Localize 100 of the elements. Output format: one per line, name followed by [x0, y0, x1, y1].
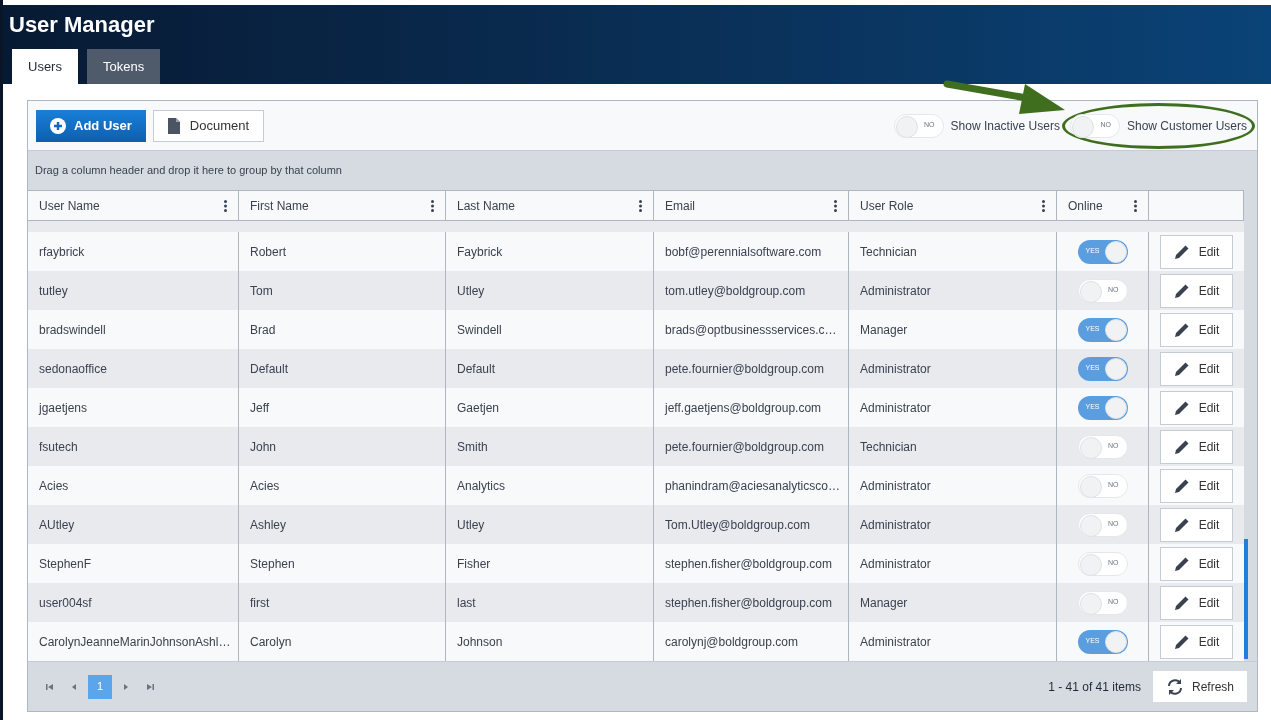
document-icon [167, 117, 180, 134]
edit-button[interactable]: Edit [1160, 312, 1233, 347]
table-cell-text: Carolyn [250, 633, 292, 651]
edit-button[interactable]: Edit [1160, 351, 1233, 386]
table-cell-text: John [250, 438, 277, 456]
table-cell-text: Administrator [860, 633, 931, 651]
edit-button[interactable]: Edit [1160, 546, 1233, 581]
pencil-icon [1173, 399, 1190, 416]
edit-button[interactable]: Edit [1160, 585, 1233, 620]
table-cell-text: Administrator [860, 360, 931, 378]
table-cell-text: Analytics [457, 477, 506, 495]
table-cell-text: Default [457, 360, 496, 378]
table-cell-text: AUtley [39, 516, 75, 534]
table-cell-text: Swindell [457, 321, 502, 339]
refresh-icon [1165, 677, 1184, 696]
table-cell-text: tom.utley@boldgroup.com [665, 282, 806, 300]
tab[interactable]: Tokens [86, 49, 161, 84]
edit-button[interactable]: Edit [1160, 429, 1233, 464]
table-cell-text: Gaetjen [457, 399, 500, 417]
column-header[interactable]: Email [665, 196, 695, 215]
table-cell-text: Default [250, 360, 289, 378]
column-menu-icon[interactable] [224, 199, 227, 212]
table-cell-text: bradswindell [39, 321, 106, 339]
column-menu-icon[interactable] [1042, 199, 1045, 212]
table-cell-text: Tom [250, 282, 273, 300]
table-cell-text: carolynj@boldgroup.com [665, 633, 798, 651]
table-cell-text: user004sf [39, 594, 92, 612]
table-cell-text: Administrator [860, 555, 931, 573]
table-cell-text: Administrator [860, 399, 931, 417]
edit-button[interactable]: Edit [1160, 507, 1233, 542]
edit-button[interactable]: Edit [1160, 234, 1233, 269]
table-cell-text: jgaetjens [39, 399, 88, 417]
column-header[interactable]: Last Name [457, 196, 516, 215]
pencil-icon [1173, 360, 1190, 377]
pencil-icon [1173, 516, 1190, 533]
table-cell-text: last [457, 594, 476, 612]
plus-circle-icon [50, 117, 66, 134]
table-cell-text: Fisher [457, 555, 491, 573]
tab[interactable]: Users [12, 49, 78, 84]
pencil-icon [1173, 555, 1190, 572]
edit-button[interactable]: Edit [1160, 390, 1233, 425]
scrollbar-thumb[interactable] [1244, 539, 1248, 659]
next-page-icon[interactable] [122, 682, 130, 691]
table-cell-text: rfaybrick [39, 243, 85, 261]
edit-button[interactable]: Edit [1160, 273, 1233, 308]
table-cell-text: Technician [860, 438, 917, 456]
window-title: User Manager [9, 10, 156, 39]
add-user-button[interactable]: Add User [36, 109, 146, 142]
table-cell-text: phanindram@aciesanalyticsco… [665, 477, 840, 495]
column-menu-icon[interactable] [1134, 199, 1137, 212]
table-cell-text: pete.fournier@boldgroup.com [665, 438, 824, 456]
table-cell-text: Faybrick [457, 243, 503, 261]
column-header[interactable]: User Name [39, 196, 100, 215]
column-header[interactable]: User Role [860, 196, 914, 215]
table-cell-text: stephen.fisher@boldgroup.com [665, 594, 832, 612]
table-cell-text: Administrator [860, 516, 931, 534]
table-cell-text: Robert [250, 243, 287, 261]
pencil-icon [1173, 594, 1190, 611]
column-menu-icon[interactable] [431, 199, 434, 212]
column-menu-icon[interactable] [834, 199, 837, 212]
edit-button[interactable]: Edit [1160, 624, 1233, 659]
table-cell-text: bobf@perennialsoftware.com [665, 243, 822, 261]
table-cell-text: sedonaoffice [39, 360, 107, 378]
pencil-icon [1173, 321, 1190, 338]
table-cell-text: Utley [457, 282, 485, 300]
table-cell-text: jeff.gaetjens@boldgroup.com [665, 399, 822, 417]
table-cell-text: CarolynJeanneMarinJohnsonAshl… [39, 633, 231, 651]
edit-button[interactable]: Edit [1160, 468, 1233, 503]
column-header[interactable]: First Name [250, 196, 309, 215]
column-header[interactable]: Online [1068, 196, 1103, 215]
table-cell-text: Technician [860, 243, 917, 261]
table-cell-text: stephen.fisher@boldgroup.com [665, 555, 832, 573]
table-cell-text: Brad [250, 321, 276, 339]
table-cell-text: Jeff [250, 399, 270, 417]
table-cell-text: Ashley [250, 516, 287, 534]
document-button[interactable]: Document [152, 109, 265, 142]
pencil-icon [1173, 438, 1190, 455]
table-cell-text: Smith [457, 438, 488, 456]
first-page-icon[interactable] [46, 682, 54, 691]
table-cell-text: tutley [39, 282, 68, 300]
table-cell-text: first [250, 594, 270, 612]
item-count: 1 - 41 of 41 items [1048, 678, 1141, 696]
table-cell-text: Administrator [860, 477, 931, 495]
table-cell-text: Manager [860, 594, 908, 612]
toggle-label: Show Customer Users [1126, 117, 1247, 135]
pencil-icon [1173, 477, 1190, 494]
group-hint: Drag a column header and drop it here to group by that column [35, 163, 342, 179]
last-page-icon[interactable] [146, 682, 154, 691]
table-cell-text: pete.fournier@boldgroup.com [665, 360, 824, 378]
column-menu-icon[interactable] [639, 199, 642, 212]
table-cell-text: Johnson [457, 633, 503, 651]
table-cell-text: Manager [860, 321, 908, 339]
pencil-icon [1173, 282, 1190, 299]
table-cell-text: Utley [457, 516, 485, 534]
previous-page-icon[interactable] [70, 682, 78, 691]
table-cell-text: Tom.Utley@boldgroup.com [665, 516, 810, 534]
table-cell-text: fsutech [39, 438, 78, 456]
table-cell-text: Acies [250, 477, 280, 495]
table-cell-text: Acies [39, 477, 69, 495]
refresh-button[interactable]: Refresh [1152, 671, 1247, 702]
